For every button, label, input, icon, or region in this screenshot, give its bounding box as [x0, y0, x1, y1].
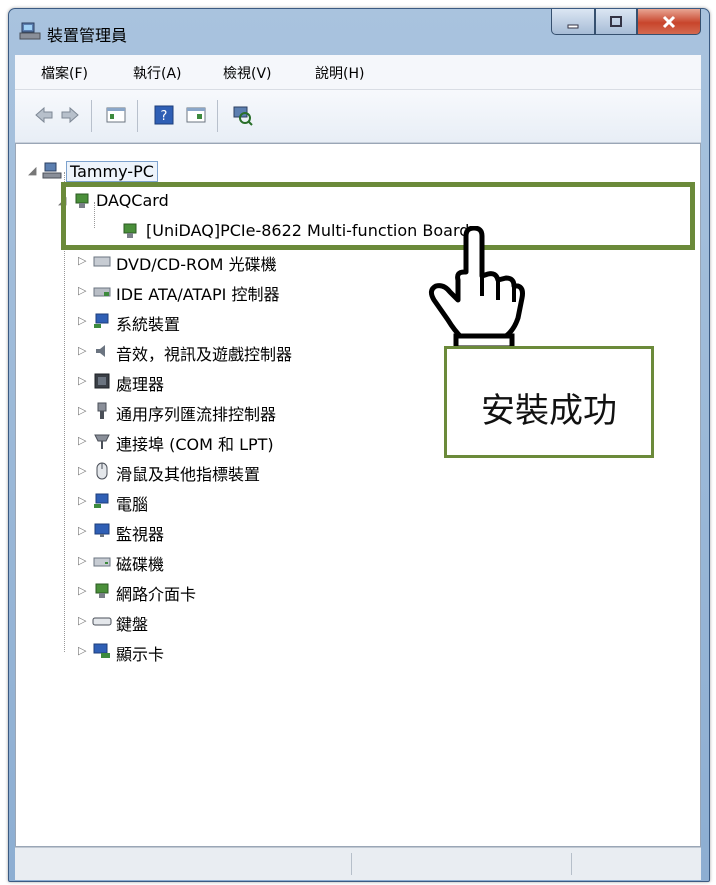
minimize-button[interactable] — [551, 9, 595, 35]
expand-arrow-icon[interactable]: ▷ — [78, 614, 86, 627]
port-connector-icon — [94, 434, 110, 449]
tree-root-label: Tammy-PC — [66, 161, 158, 182]
scan-hardware-icon[interactable] — [231, 104, 253, 126]
computer-icon — [94, 493, 109, 508]
status-bar — [15, 847, 701, 880]
ide-controller-icon — [93, 287, 111, 297]
maximize-button[interactable] — [595, 9, 637, 35]
toolbar-separator — [137, 100, 138, 132]
category-label: 滑鼠及其他指標裝置 — [116, 465, 261, 484]
expand-arrow-icon[interactable]: ▷ — [78, 524, 86, 537]
close-button[interactable] — [637, 9, 701, 35]
category-label: IDE ATA/ATAPI 控制器 — [116, 285, 280, 304]
keyboard-icon — [92, 617, 112, 626]
toolbar: ? — [15, 90, 701, 143]
svg-text:?: ? — [161, 109, 168, 124]
status-divider — [571, 853, 572, 875]
expand-arrow-icon[interactable]: ▷ — [78, 254, 86, 267]
maximize-icon — [610, 16, 622, 27]
highlight-box — [61, 182, 695, 250]
status-divider — [351, 853, 352, 875]
network-card-icon — [95, 583, 109, 598]
category-label: 顯示卡 — [116, 645, 165, 664]
expand-arrow-icon[interactable]: ▷ — [78, 374, 86, 387]
system-devices-icon — [94, 313, 109, 328]
category-label: 監視器 — [116, 525, 165, 544]
expand-arrow-icon[interactable]: ▷ — [78, 284, 86, 297]
expand-arrow-icon[interactable]: ▷ — [78, 584, 86, 597]
minimize-icon — [567, 24, 579, 29]
expand-arrow-icon[interactable]: ▷ — [78, 344, 86, 357]
display-adapter-icon — [93, 643, 110, 658]
category-label: 鍵盤 — [116, 615, 149, 634]
callout-text: 安裝成功 — [481, 391, 617, 431]
expand-arrow-icon[interactable]: ▷ — [78, 494, 86, 507]
collapse-arrow-icon[interactable]: ◢ — [28, 164, 36, 177]
window-title: 裝置管理員 — [47, 26, 128, 45]
expand-arrow-icon[interactable]: ▷ — [78, 434, 86, 447]
title-bar[interactable]: 裝置管理員 — [9, 9, 709, 54]
success-callout: 安裝成功 — [444, 346, 654, 458]
expand-arrow-icon[interactable]: ▷ — [78, 464, 86, 477]
device-view-icon[interactable] — [185, 104, 207, 126]
category-label: 音效，視訊及遊戲控制器 — [116, 345, 293, 364]
category-label: 磁碟機 — [116, 555, 165, 574]
category-label: 通用序列匯流排控制器 — [116, 405, 277, 424]
toolbar-separator — [91, 100, 92, 132]
device-manager-icon — [19, 22, 41, 40]
properties-icon[interactable] — [105, 104, 127, 126]
toolbar-separator — [217, 100, 218, 132]
monitor-icon — [94, 523, 110, 537]
disk-drive-icon — [93, 557, 111, 567]
pointing-hand-icon — [428, 226, 525, 351]
usb-controller-icon — [97, 402, 107, 419]
menu-help[interactable]: 說明(H) — [315, 63, 364, 83]
expand-arrow-icon[interactable]: ▷ — [78, 404, 86, 417]
menu-action[interactable]: 執行(A) — [133, 63, 182, 83]
category-label: 處理器 — [116, 375, 165, 394]
expand-arrow-icon[interactable]: ▷ — [78, 644, 86, 657]
speaker-icon — [96, 345, 105, 357]
menu-bar: 檔案(F) 執行(A) 檢視(V) 說明(H) — [15, 55, 701, 90]
expand-arrow-icon[interactable]: ▷ — [78, 314, 86, 327]
category-label: 電腦 — [116, 495, 149, 514]
forward-icon[interactable] — [59, 104, 81, 126]
category-label: 網路介面卡 — [116, 585, 197, 604]
help-icon[interactable]: ? — [153, 104, 175, 126]
menu-file[interactable]: 檔案(F) — [41, 63, 88, 83]
processor-icon — [94, 373, 110, 389]
close-icon — [662, 15, 676, 29]
expand-arrow-icon[interactable]: ▷ — [78, 554, 86, 567]
category-label: 系統裝置 — [116, 315, 181, 334]
dvd-drive-icon — [93, 256, 111, 267]
category-label: 連接埠 (COM 和 LPT) — [116, 435, 274, 454]
computer-icon — [42, 162, 62, 179]
menu-view[interactable]: 檢視(V) — [223, 63, 272, 83]
back-icon[interactable] — [33, 104, 55, 126]
mouse-icon — [96, 462, 108, 480]
category-label: DVD/CD-ROM 光碟機 — [116, 255, 277, 274]
